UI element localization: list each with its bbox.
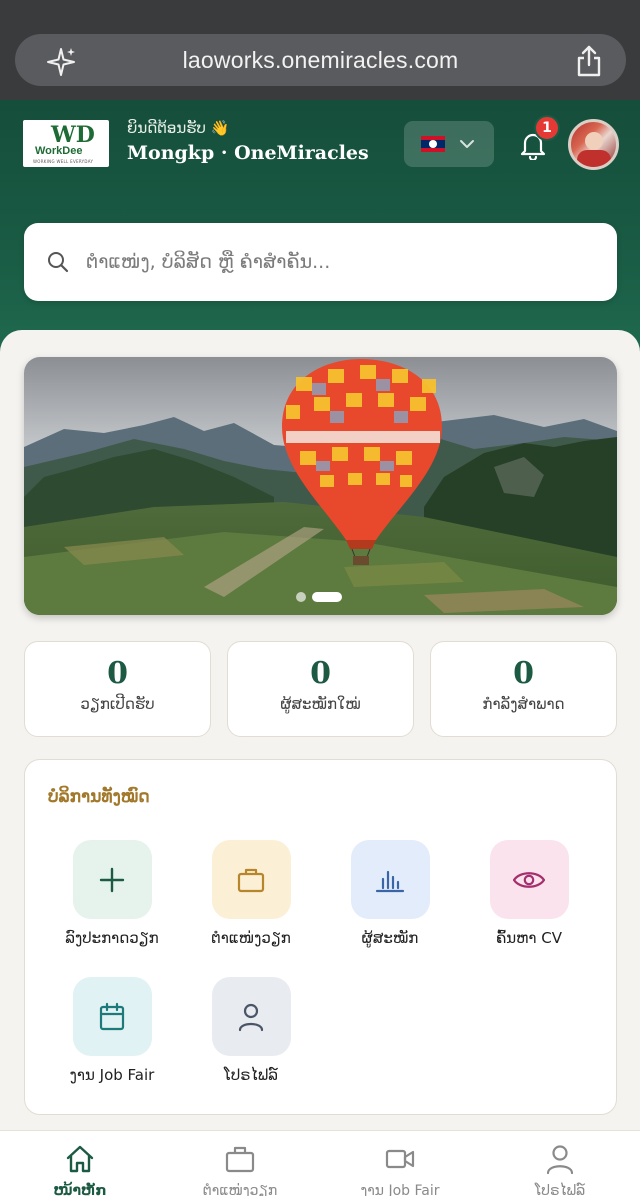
address-bar[interactable]: laoworks.onemiracles.com <box>15 34 626 86</box>
language-selector[interactable] <box>404 121 494 167</box>
plus-icon <box>99 867 125 892</box>
service-tile[interactable] <box>211 840 291 919</box>
service-tile[interactable] <box>72 840 152 919</box>
url-text: laoworks.onemiracles.com <box>182 46 459 73</box>
logo-tagline: WORKING WELL EVERYDAY <box>33 159 94 164</box>
stat-open-jobs[interactable]: 0 ວຽກເປີດຮັບ <box>24 641 211 737</box>
nav-home[interactable]: ໜ້າຫຼັກ <box>0 1143 160 1196</box>
search-input[interactable]: ຕຳແໜ່ງ, ບໍລິສັດ ຫຼື ຄຳສຳຄັນ... <box>24 223 617 301</box>
stat-value: 0 <box>107 656 128 691</box>
share-icon[interactable] <box>574 44 604 78</box>
user-icon <box>546 1145 574 1175</box>
service-label: ລົງປະກາດວຽກ <box>65 929 159 947</box>
search-icon <box>48 252 69 273</box>
stat-value: 0 <box>310 656 331 691</box>
briefcase-icon <box>237 868 265 892</box>
bottom-nav: ໜ້າຫຼັກ ຕຳແໜ່ງວຽກ ງານ Job Fair ໂປຣໄຟລ໌ <box>0 1130 640 1196</box>
stat-label: ກຳລັງສຳພາດ <box>482 695 565 713</box>
stat-value: 0 <box>513 656 534 691</box>
eye-icon <box>512 871 546 888</box>
video-icon <box>385 1149 415 1169</box>
service-label: ໂປຣໄຟລ໌ <box>224 1066 278 1084</box>
service-applicants[interactable]: ຜູ້ສະໝັກ <box>325 840 455 947</box>
briefcase-icon <box>225 1146 255 1173</box>
nav-label: ງານ Job Fair <box>360 1183 440 1196</box>
user-icon <box>238 1003 264 1031</box>
service-tile[interactable] <box>489 840 569 919</box>
service-tile[interactable] <box>211 977 291 1056</box>
service-label: ຄົ້ນຫາ CV <box>495 929 563 947</box>
service-job-positions[interactable]: ຕຳແໜ່ງວຽກ <box>186 840 316 947</box>
service-label: ຜູ້ສະໝັກ <box>361 929 419 947</box>
service-tile[interactable] <box>72 977 152 1056</box>
nav-jobs[interactable]: ຕຳແໜ່ງວຽກ <box>160 1143 320 1196</box>
home-icon <box>66 1145 94 1173</box>
service-job-fair[interactable]: ງານ Job Fair <box>47 977 177 1084</box>
welcome-text: ຍິນດີຕ້ອນຮັບ 👋 <box>127 119 230 137</box>
service-label: ຕຳແໜ່ງວຽກ <box>211 929 291 947</box>
carousel-dot-active[interactable] <box>312 592 342 602</box>
avatar[interactable] <box>568 119 619 170</box>
search-placeholder: ຕຳແໜ່ງ, ບໍລິສັດ ຫຼື ຄຳສຳຄັນ... <box>86 251 331 273</box>
sparkle-icon[interactable] <box>45 46 77 78</box>
chevron-down-icon <box>460 140 474 148</box>
notification-badge: 1 <box>534 115 560 141</box>
nav-label: ຕຳແໜ່ງວຽກ <box>202 1183 278 1196</box>
lao-flag-icon <box>421 136 445 152</box>
user-name: Mongkp · OneMiracles <box>127 142 369 164</box>
service-profile[interactable]: ໂປຣໄຟລ໌ <box>186 977 316 1084</box>
stat-new-applicants[interactable]: 0 ຜູ້ສະໝັກໃໝ່ <box>227 641 414 737</box>
services-title: ບໍລິການທັງໝົດ <box>48 787 150 807</box>
service-label: ງານ Job Fair <box>69 1066 155 1084</box>
nav-profile[interactable]: ໂປຣໄຟລ໌ <box>480 1143 640 1196</box>
stat-label: ຜູ້ສະໝັກໃໝ່ <box>280 695 361 713</box>
nav-job-fair[interactable]: ງານ Job Fair <box>320 1143 480 1196</box>
banner-carousel[interactable] <box>24 357 617 615</box>
service-search-cv[interactable]: ຄົ້ນຫາ CV <box>464 840 594 947</box>
service-post-job[interactable]: ລົງປະກາດວຽກ <box>47 840 177 947</box>
stat-interviewing[interactable]: 0 ກຳລັງສຳພາດ <box>430 641 617 737</box>
service-tile[interactable] <box>350 840 430 919</box>
browser-toolbar: laoworks.onemiracles.com <box>0 0 640 100</box>
nav-label: ໂປຣໄຟລ໌ <box>534 1183 586 1196</box>
carousel-indicator[interactable] <box>296 592 342 602</box>
bar-chart-icon <box>375 870 405 892</box>
calendar-icon <box>99 1002 125 1030</box>
logo-text: WorkDee <box>35 145 83 157</box>
services-card: ບໍລິການທັງໝົດ ລົງປະກາດວຽກ ຕຳແໜ່ງວຽກ ຜູ້ສ… <box>24 759 617 1115</box>
nav-label: ໜ້າຫຼັກ <box>53 1183 107 1196</box>
carousel-dot[interactable] <box>296 592 306 602</box>
stat-label: ວຽກເປີດຮັບ <box>80 695 155 713</box>
balloon-banner-image <box>24 357 617 615</box>
workdee-logo[interactable]: WD WorkDee WORKING WELL EVERYDAY <box>23 120 109 167</box>
